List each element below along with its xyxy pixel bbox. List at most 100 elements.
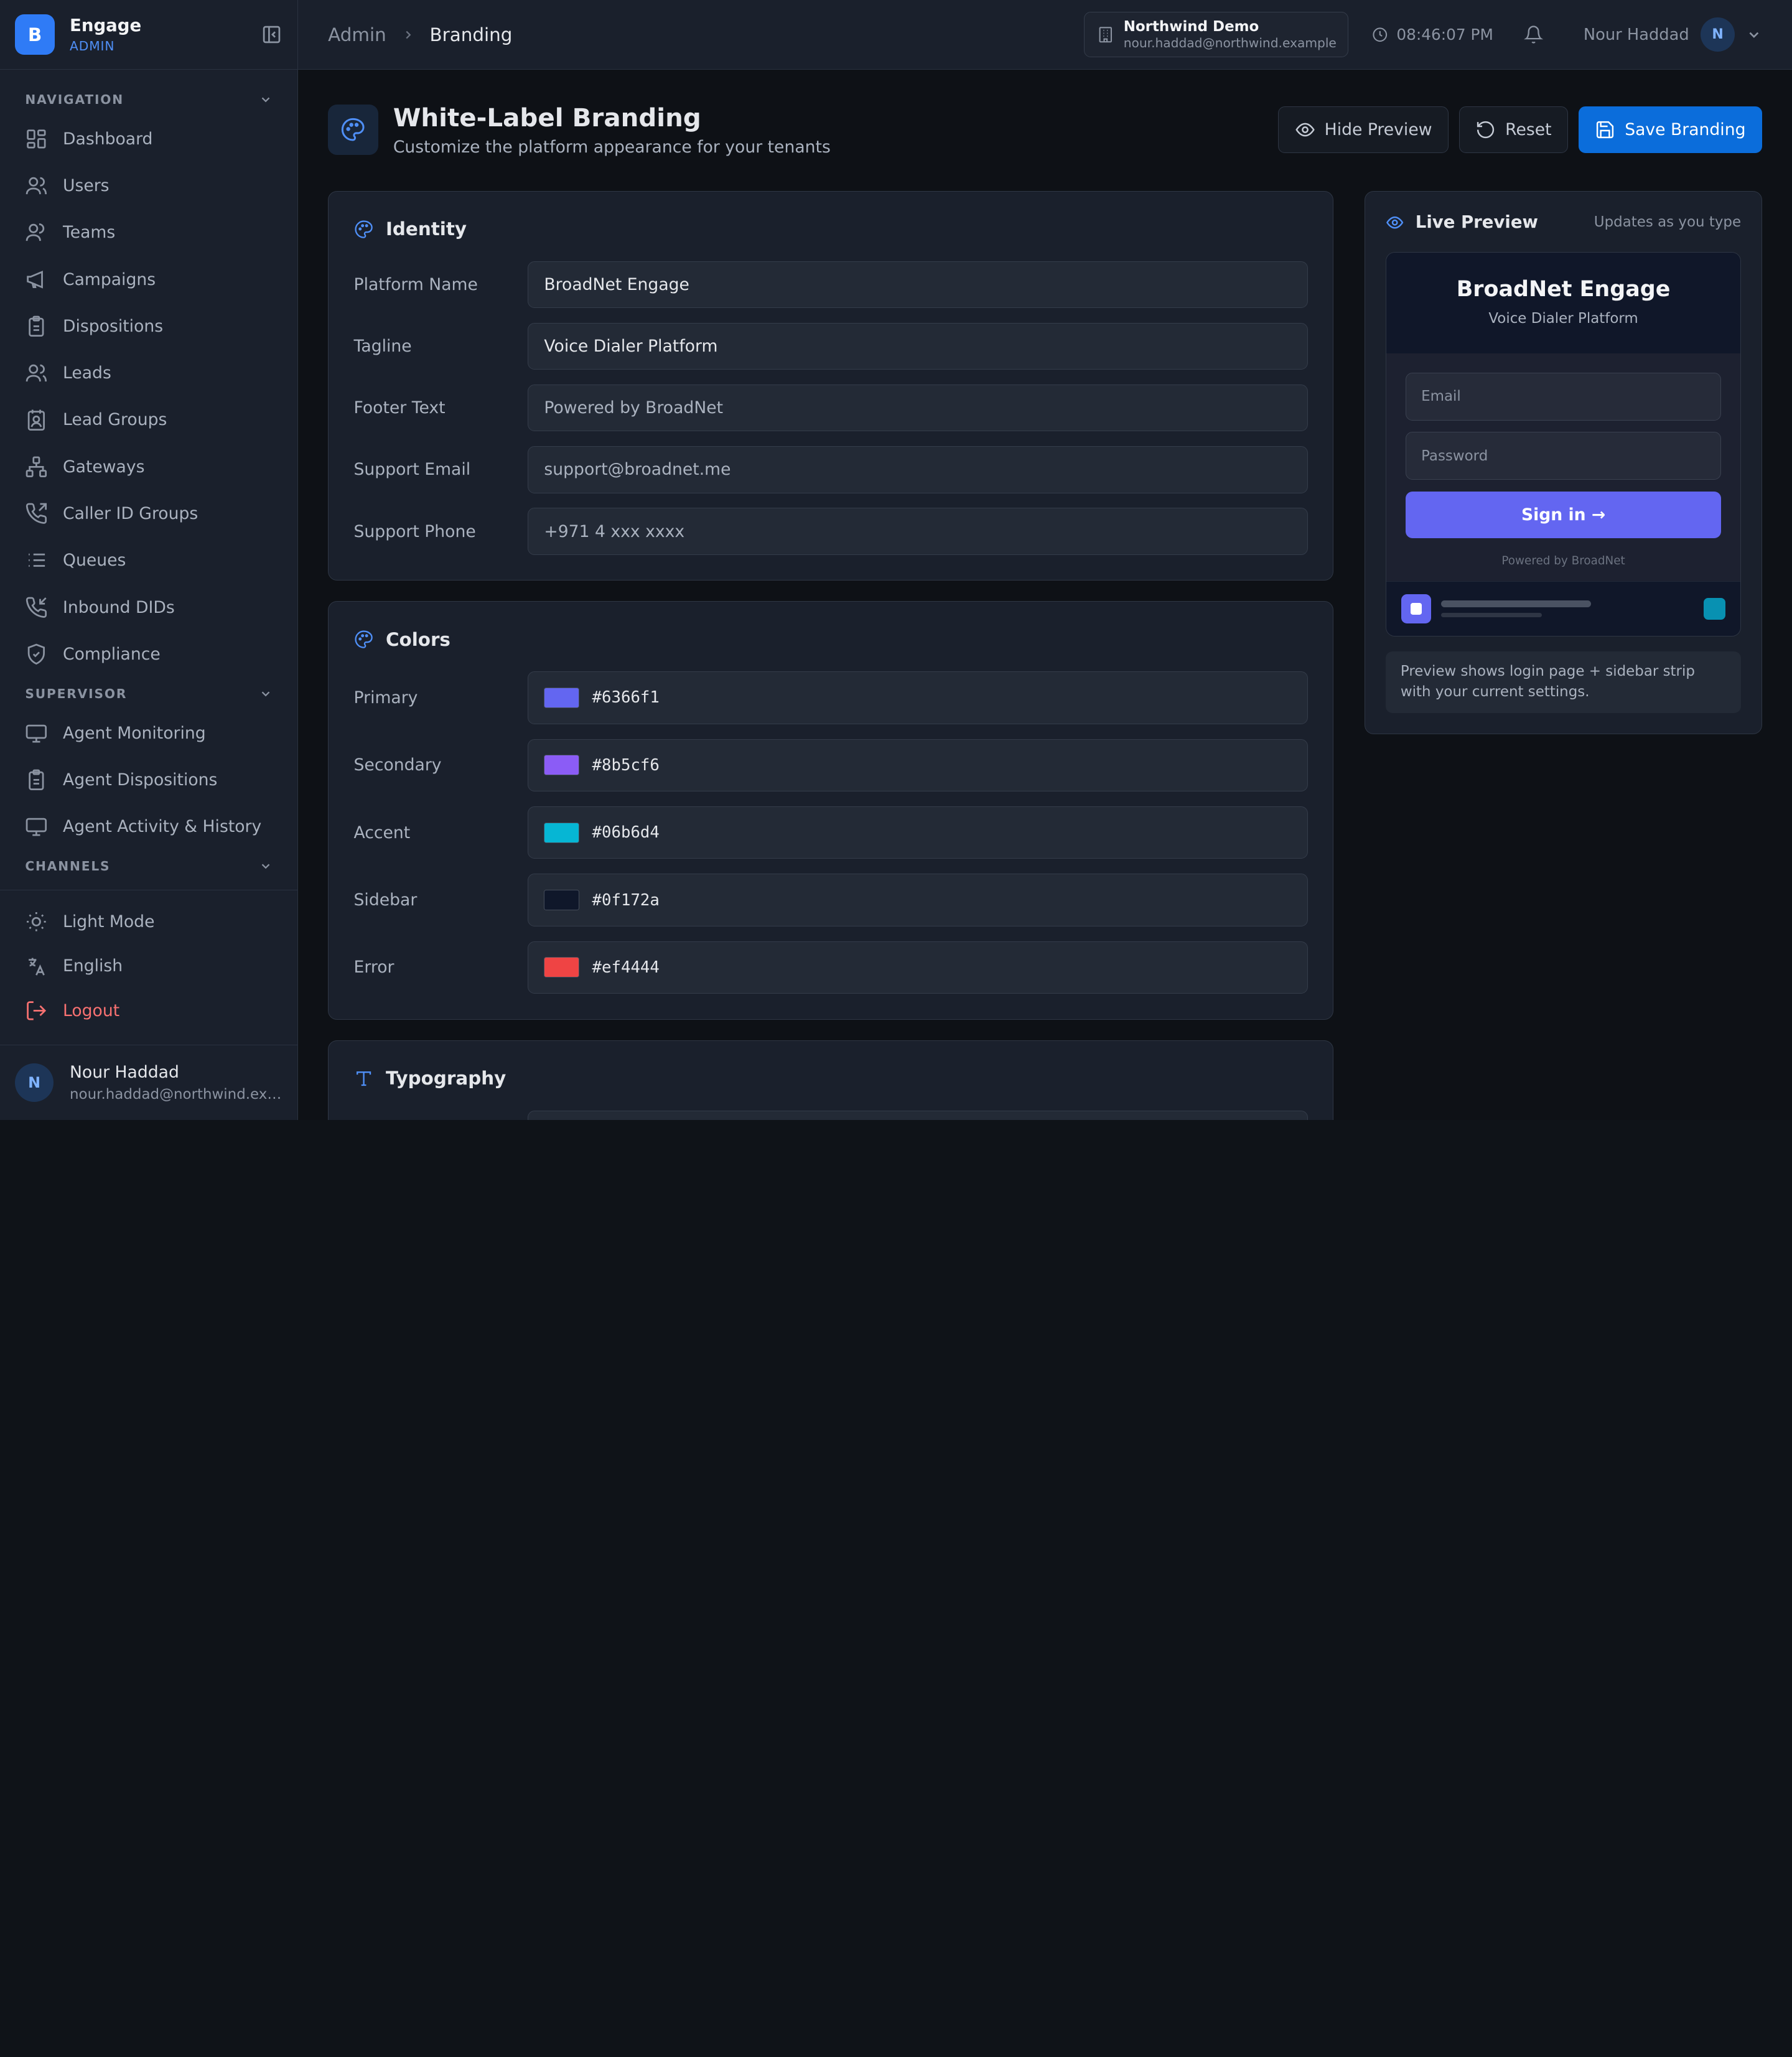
- logout-label: Logout: [63, 1001, 120, 1021]
- preview-mock: BroadNet Engage Voice Dialer Platform Em…: [1386, 252, 1742, 637]
- color-row: Primary #6366f1: [354, 671, 1308, 724]
- preview-header: Live Preview Updates as you type: [1386, 212, 1741, 233]
- typography-card: Typography: [328, 1040, 1334, 1120]
- support-phone-input[interactable]: +971 4 xxx xxxx: [527, 508, 1308, 555]
- light-mode-label: Light Mode: [63, 912, 155, 931]
- sidebar-item-dashboard[interactable]: Dashboard: [0, 115, 297, 162]
- color-label: Primary: [353, 688, 418, 707]
- light-mode-toggle[interactable]: Light Mode: [0, 900, 297, 945]
- sidebar-item-agent-activity[interactable]: Agent Activity & History: [0, 803, 297, 850]
- sidebar-item-agent-monitoring[interactable]: Agent Monitoring: [0, 709, 297, 756]
- field-row: Footer Text Powered by BroadNet: [354, 385, 1308, 432]
- color-swatch[interactable]: [544, 755, 580, 776]
- brand-logo[interactable]: B: [14, 14, 55, 55]
- breadcrumb-current: Branding: [429, 24, 513, 45]
- logout-button[interactable]: Logout: [0, 989, 297, 1033]
- sidebar-collapse-icon[interactable]: [260, 23, 283, 46]
- nav-section-channels[interactable]: CHANNELS: [0, 850, 297, 882]
- tenant-switcher[interactable]: Northwind Demo nour.haddad@northwind.exa…: [1084, 11, 1349, 58]
- color-hex: #0f172a: [592, 890, 660, 910]
- color-swatch[interactable]: [544, 687, 580, 708]
- colors-title: Colors: [385, 628, 450, 650]
- color-row: Accent #06b6d4: [354, 806, 1308, 859]
- font-family-input[interactable]: [527, 1110, 1308, 1120]
- identity-title: Identity: [385, 218, 467, 240]
- sidebar-bottom: Light Mode English Logout N Nour Haddad …: [0, 889, 298, 1120]
- breadcrumb-root[interactable]: Admin: [328, 24, 386, 45]
- nav-section-supervisor[interactable]: SUPERVISOR: [0, 678, 297, 709]
- typography-title: Typography: [385, 1068, 506, 1089]
- reset-button[interactable]: Reset: [1458, 106, 1569, 154]
- color-swatch[interactable]: [544, 889, 580, 911]
- language-label: English: [63, 956, 123, 976]
- avatar: N: [14, 1063, 54, 1103]
- nav-section-navigation[interactable]: NAVIGATION: [0, 83, 297, 115]
- field-row: Tagline Voice Dialer Platform: [354, 322, 1308, 370]
- identity-fields: Platform Name BroadNet Engage Tagline Vo…: [354, 261, 1308, 555]
- language-selector[interactable]: English: [0, 944, 297, 989]
- sidebar-item-lead-groups[interactable]: Lead Groups: [0, 396, 297, 443]
- card-title: Identity: [354, 217, 1308, 241]
- bell-icon[interactable]: [1524, 25, 1544, 44]
- field-label: Support Phone: [353, 521, 476, 541]
- primary-color-input[interactable]: #6366f1: [527, 671, 1308, 724]
- main-area: Admin Branding Northwind Demo nour.hadda…: [298, 0, 1792, 1120]
- sidebar-item-inbound-dids[interactable]: Inbound DIDs: [0, 584, 297, 630]
- sidebar-item-compliance[interactable]: Compliance: [0, 631, 297, 678]
- sidebar-item-dispositions[interactable]: Dispositions: [0, 303, 297, 350]
- page-content[interactable]: White-Label Branding Customize the platf…: [298, 70, 1792, 1120]
- sidebar-item-teams[interactable]: Teams: [0, 209, 297, 256]
- sidebar-item-label: Campaigns: [63, 269, 156, 289]
- mock-strip-line: [1441, 612, 1542, 618]
- page-title: White-Label Branding: [393, 103, 701, 133]
- sidebar-item-queues[interactable]: Queues: [0, 537, 297, 584]
- support-email-input[interactable]: support@broadnet.me: [527, 446, 1308, 493]
- sidebar-item-users[interactable]: Users: [0, 162, 297, 209]
- color-label: Error: [353, 958, 394, 977]
- palette-icon: [328, 105, 378, 155]
- save-branding-button[interactable]: Save Branding: [1578, 106, 1763, 154]
- sidebar-color-input[interactable]: #0f172a: [527, 874, 1308, 926]
- page-actions: Hide Preview Reset Save Branding: [1268, 106, 1763, 154]
- mock-tagline: Voice Dialer Platform: [1488, 310, 1638, 327]
- platform-name-input[interactable]: BroadNet Engage: [527, 261, 1308, 309]
- live-preview-card: Live Preview Updates as you type BroadNe…: [1364, 190, 1763, 735]
- error-color-input[interactable]: #ef4444: [527, 941, 1308, 994]
- nav-scroll[interactable]: NAVIGATION Dashboard Users Teams Campaig…: [0, 70, 297, 890]
- color-swatch[interactable]: [544, 822, 580, 843]
- color-label: Accent: [353, 823, 411, 842]
- user-info: Nour Haddad nour.haddad@northwind.exampl…: [70, 1063, 282, 1103]
- mock-login-header: BroadNet Engage Voice Dialer Platform: [1386, 253, 1741, 353]
- accent-color-input[interactable]: #06b6d4: [527, 806, 1308, 859]
- footer-text-input[interactable]: Powered by BroadNet: [527, 385, 1308, 432]
- list-icon: [29, 554, 45, 567]
- color-hex: #6366f1: [592, 688, 660, 707]
- sidebar-item-caller-id-groups[interactable]: Caller ID Groups: [0, 490, 297, 537]
- sidebar-item-leads[interactable]: Leads: [0, 350, 297, 396]
- sidebar-item-campaigns[interactable]: Campaigns: [0, 256, 297, 302]
- color-row: Secondary #8b5cf6: [354, 739, 1308, 792]
- color-swatch[interactable]: [544, 957, 580, 978]
- secondary-color-input[interactable]: #8b5cf6: [527, 739, 1308, 792]
- team-icon: [26, 223, 45, 241]
- color-row: Error #ef4444: [354, 941, 1308, 994]
- sidebar-item-gateways[interactable]: Gateways: [0, 444, 297, 490]
- card-title: Typography: [354, 1066, 1308, 1091]
- field-label: Platform Name: [353, 274, 478, 294]
- user-menu[interactable]: Nour Haddad N: [1584, 17, 1762, 52]
- page-subtitle: Customize the platform appearance for yo…: [393, 137, 831, 157]
- eye-icon: [1295, 123, 1315, 137]
- clock-icon: [1373, 27, 1388, 42]
- sidebar-item-label: Gateways: [63, 457, 145, 477]
- sidebar-item-label: Lead Groups: [63, 410, 167, 430]
- page-titles: White-Label Branding Customize the platf…: [393, 103, 831, 156]
- reset-icon: [1477, 121, 1495, 139]
- mock-email-input: Email: [1406, 372, 1721, 421]
- tagline-input[interactable]: Voice Dialer Platform: [527, 322, 1308, 370]
- preview-column: Live Preview Updates as you type BroadNe…: [1364, 190, 1763, 1120]
- sidebar-item-agent-dispositions[interactable]: Agent Dispositions: [0, 757, 297, 803]
- hide-preview-button[interactable]: Hide Preview: [1278, 106, 1449, 154]
- chevron-down-icon: [1749, 32, 1759, 38]
- building-icon: [1099, 26, 1113, 43]
- sidebar-user[interactable]: N Nour Haddad nour.haddad@northwind.exam…: [0, 1044, 298, 1120]
